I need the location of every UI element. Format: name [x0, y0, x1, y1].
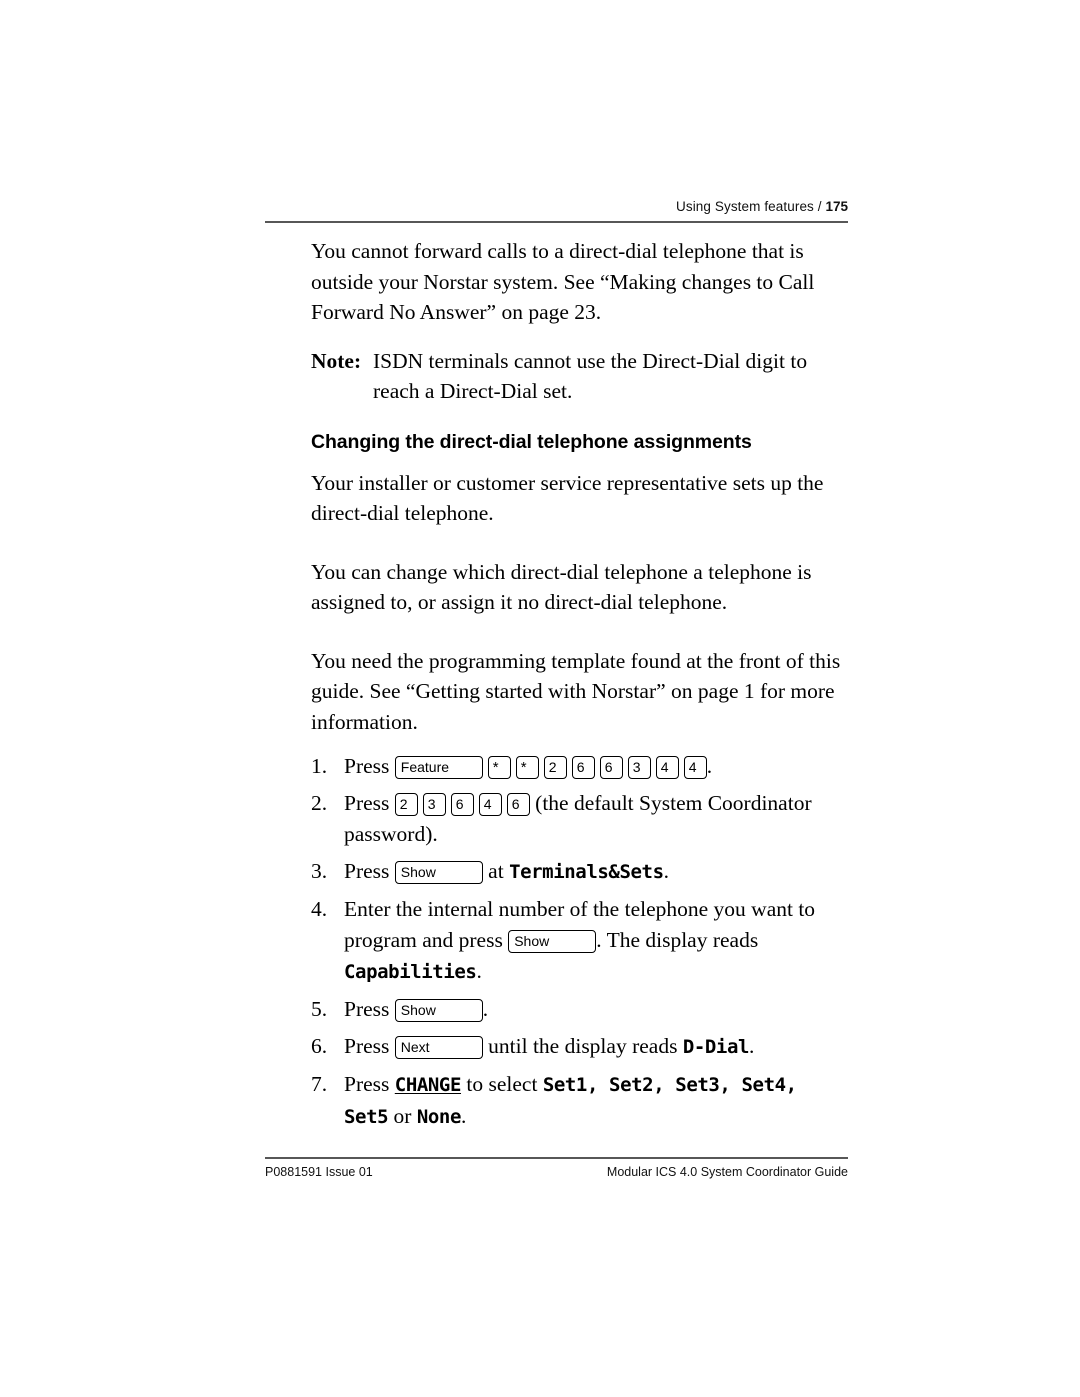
key-digit-2[interactable]: 2	[394, 793, 418, 816]
list-item: 3. Press Show at Terminals&Sets.	[311, 856, 856, 888]
step-text: Press CHANGE to select Set1, Set2, Set3,…	[344, 1069, 856, 1133]
note-text: ISDN terminals cannot use the Direct-Dia…	[373, 348, 808, 404]
step-text: Press Feature * * 2 6 6 3 4 4.	[344, 751, 856, 782]
procedure-steps: 1. Press Feature * * 2 6 6 3 4 4. 2. Press 23646…	[311, 751, 856, 1133]
list-item: 2. Press 23646 (the default System Coord…	[311, 788, 856, 850]
step-mid-text: until the display reads	[488, 1034, 678, 1058]
key-feature[interactable]: Feature	[394, 756, 483, 779]
key-digit-2[interactable]: 2	[543, 756, 567, 779]
step-text: Press Next until the display reads D-Dia…	[344, 1031, 856, 1063]
list-item: 5. Press Show.	[311, 994, 856, 1025]
step-text: Press Show at Terminals&Sets.	[344, 856, 856, 888]
paragraph-installer: Your installer or customer service repre…	[311, 470, 824, 526]
running-title: Using System features /	[676, 199, 826, 214]
step-number: 3.	[311, 859, 328, 883]
key-digit-4[interactable]: 4	[478, 793, 502, 816]
step-trailing-text: .	[460, 1104, 467, 1128]
list-item: 1. Press Feature * * 2 6 6 3 4 4.	[311, 751, 856, 782]
paragraph-template: You need the programming template found …	[311, 648, 841, 734]
paragraph-change: You can change which direct-dial telepho…	[311, 559, 812, 615]
step-text: Press Show.	[344, 994, 856, 1025]
key-next[interactable]: Next	[394, 1036, 483, 1059]
step-number: 7.	[311, 1072, 328, 1096]
footer-divider	[265, 1157, 848, 1159]
header-divider	[265, 221, 848, 223]
step-number: 5.	[311, 997, 328, 1021]
key-digit-4[interactable]: 4	[683, 756, 707, 779]
key-digit-6[interactable]: 6	[571, 756, 595, 779]
display-text: D-Dial	[682, 1036, 750, 1058]
display-text: Capabilities	[344, 961, 477, 983]
paragraph-intro: You cannot forward calls to a direct-dia…	[311, 239, 815, 324]
footer-document-id: P0881591 Issue 01	[265, 1165, 373, 1179]
softkey-change[interactable]: CHANGE	[395, 1074, 462, 1096]
page-title: Changing the direct-dial telephone assig…	[311, 430, 752, 453]
step-lead-text: Press	[344, 791, 390, 815]
step-trailing-text: .	[476, 959, 482, 983]
step-trailing-text: .	[663, 859, 669, 883]
step-trailing-text: .	[749, 1034, 755, 1058]
key-digit-6[interactable]: 6	[506, 793, 530, 816]
key-digit-3[interactable]: 3	[627, 756, 651, 779]
key-show[interactable]: Show	[508, 930, 597, 953]
step-text: Enter the internal number of the telepho…	[344, 894, 856, 988]
key-digit-6[interactable]: 6	[450, 793, 474, 816]
document-page: Using System features / 175 You cannot f…	[0, 0, 1080, 1397]
step-number: 1.	[311, 754, 328, 778]
step-mid-text: at	[488, 859, 504, 883]
page-header: Using System features / 175	[265, 198, 848, 216]
list-item: 4. Enter the internal number of the tele…	[311, 894, 856, 988]
display-text-none: None	[416, 1106, 462, 1128]
note-label: Note:	[311, 348, 362, 373]
page-number: 175	[825, 199, 848, 214]
step-number: 4.	[311, 897, 328, 921]
step-lead-text: Press	[344, 1034, 390, 1058]
note-block: Note: ISDN terminals cannot use the Dire…	[311, 346, 856, 407]
page-content: You cannot forward calls to a direct-dia…	[311, 236, 856, 1139]
key-star[interactable]: *	[487, 756, 511, 779]
step-conjunction: or	[393, 1104, 412, 1128]
list-item: 6. Press Next until the display reads D-…	[311, 1031, 856, 1063]
key-digit-3[interactable]: 3	[422, 793, 446, 816]
step-text: Press 23646 (the default System Coordina…	[344, 788, 856, 850]
key-star[interactable]: *	[515, 756, 539, 779]
key-show[interactable]: Show	[394, 861, 483, 884]
step-number: 2.	[311, 791, 328, 815]
footer-guide-title: Modular ICS 4.0 System Coordinator Guide	[606, 1165, 848, 1179]
display-text: Terminals&Sets	[509, 861, 664, 883]
step-lead-text: Press	[344, 1072, 390, 1096]
step-lead-text: Press	[344, 997, 390, 1021]
page-footer: P0881591 Issue 01 Modular ICS 4.0 System…	[265, 1165, 848, 1179]
list-item: 7. Press CHANGE to select Set1, Set2, Se…	[311, 1069, 856, 1133]
key-digit-4[interactable]: 4	[655, 756, 679, 779]
step-mid-text: . The display reads	[596, 928, 759, 952]
step-mid-text: to select	[466, 1072, 538, 1096]
key-digit-6[interactable]: 6	[599, 756, 623, 779]
step-lead-text: Press	[344, 859, 390, 883]
step-number: 6.	[311, 1034, 328, 1058]
step-trailing-text: .	[482, 997, 489, 1021]
step-lead-text: Press	[344, 754, 390, 778]
key-show[interactable]: Show	[394, 999, 483, 1022]
step-trailing-text: .	[706, 754, 713, 778]
